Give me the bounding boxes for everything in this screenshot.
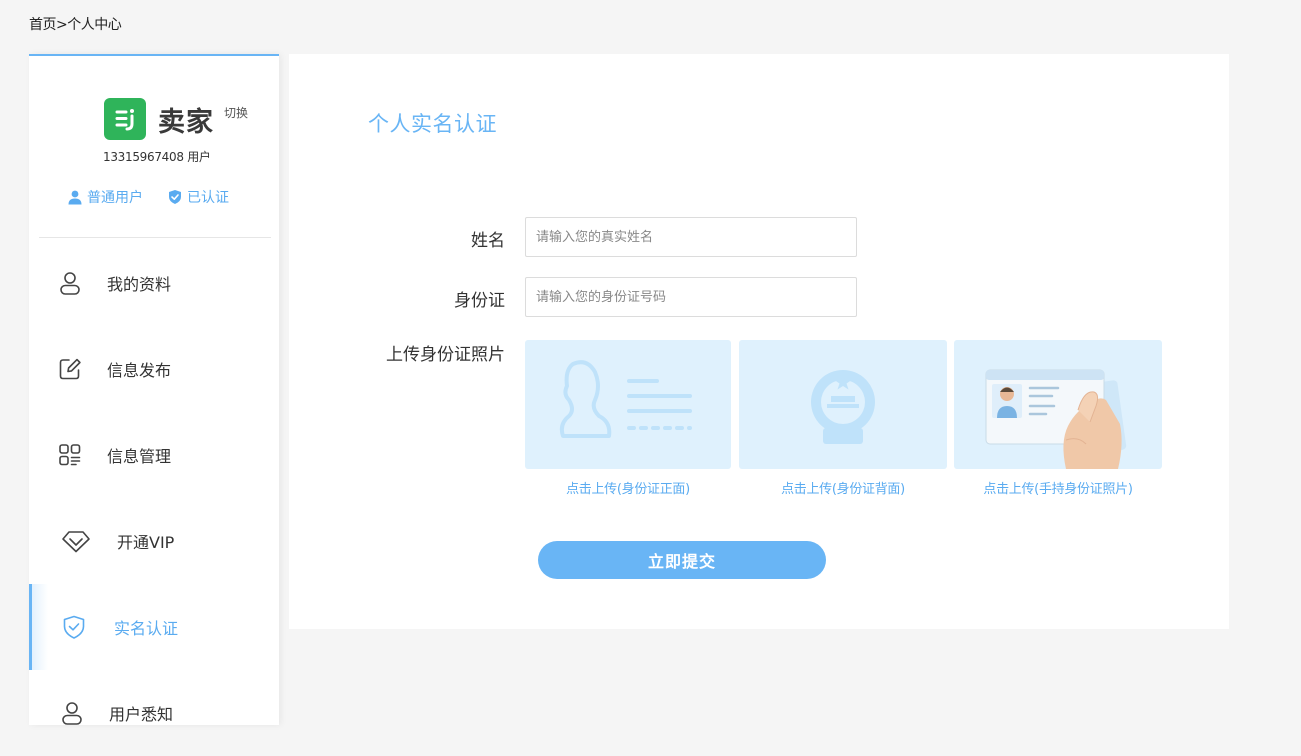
sidebar-item-verification[interactable]: 实名认证 — [29, 584, 279, 670]
sidebar-item-label: 信息管理 — [107, 447, 172, 466]
sidebar-item-my-profile[interactable]: 我的资料 — [29, 240, 279, 326]
upload-handheld-label[interactable]: 点击上传(手持身份证照片) — [954, 478, 1162, 497]
breadcrumb: 首页>个人中心 — [29, 17, 122, 33]
sidebar-item-label: 实名认证 — [114, 619, 179, 638]
upload-back-label[interactable]: 点击上传(身份证背面) — [739, 478, 947, 497]
verification-panel: 个人实名认证 姓名 身份证 上传身份证照片 点击上传(身份证正面) 点击上传(身… — [289, 54, 1229, 629]
sidebar-item-vip[interactable]: 开通VIP — [29, 498, 279, 584]
sidebar-item-label: 信息发布 — [107, 361, 172, 380]
sidebar-item-label: 我的资料 — [107, 275, 172, 294]
upload-id-handheld[interactable] — [954, 340, 1162, 469]
sidebar-item-user-notice[interactable]: 用户悉知 — [29, 670, 279, 756]
brand: 卖家 — [104, 98, 214, 140]
user-icon — [59, 700, 85, 726]
hand-holding-id-illustration-icon — [985, 369, 1127, 469]
diamond-icon — [61, 528, 91, 554]
brand-logo-icon — [104, 98, 146, 140]
shield-check-icon — [61, 614, 87, 640]
user-type-badge: 普通用户 — [67, 187, 143, 207]
national-emblem-placeholder-icon — [811, 370, 875, 444]
upload-photos-label: 上传身份证照片 — [386, 345, 505, 365]
submit-button[interactable]: 立即提交 — [538, 541, 826, 579]
page-title: 个人实名认证 — [368, 112, 497, 136]
sidebar-item-publish[interactable]: 信息发布 — [29, 326, 279, 412]
user-badges: 普通用户 已认证 — [67, 187, 229, 207]
upload-id-back[interactable] — [739, 340, 947, 469]
shield-check-icon — [169, 190, 181, 204]
user-icon — [57, 270, 83, 296]
brand-name: 卖家 — [158, 106, 214, 138]
sidebar-item-label: 开通VIP — [117, 533, 175, 552]
id-number-label: 身份证 — [454, 291, 505, 311]
grid-icon — [57, 442, 83, 468]
switch-link[interactable]: 切换 — [224, 104, 248, 121]
upload-front-label[interactable]: 点击上传(身份证正面) — [525, 478, 731, 497]
sidebar-divider — [39, 237, 271, 238]
verified-label: 已认证 — [187, 190, 229, 206]
sidebar-item-manage[interactable]: 信息管理 — [29, 412, 279, 498]
name-label: 姓名 — [471, 231, 505, 251]
sidebar-item-label: 用户悉知 — [109, 705, 174, 724]
name-input[interactable] — [525, 217, 857, 257]
verified-badge: 已认证 — [167, 187, 229, 207]
person-icon — [68, 190, 82, 205]
sidebar: 卖家 切换 13315967408 用户 普通用户 已认证 我的资料 信息发布 … — [29, 54, 279, 725]
id-front-placeholder-icon — [559, 360, 692, 438]
edit-icon — [57, 356, 83, 382]
id-number-input[interactable] — [525, 277, 857, 317]
upload-id-front[interactable] — [525, 340, 731, 469]
user-phone: 13315967408 用户 — [103, 150, 211, 164]
user-type-label: 普通用户 — [87, 190, 143, 206]
